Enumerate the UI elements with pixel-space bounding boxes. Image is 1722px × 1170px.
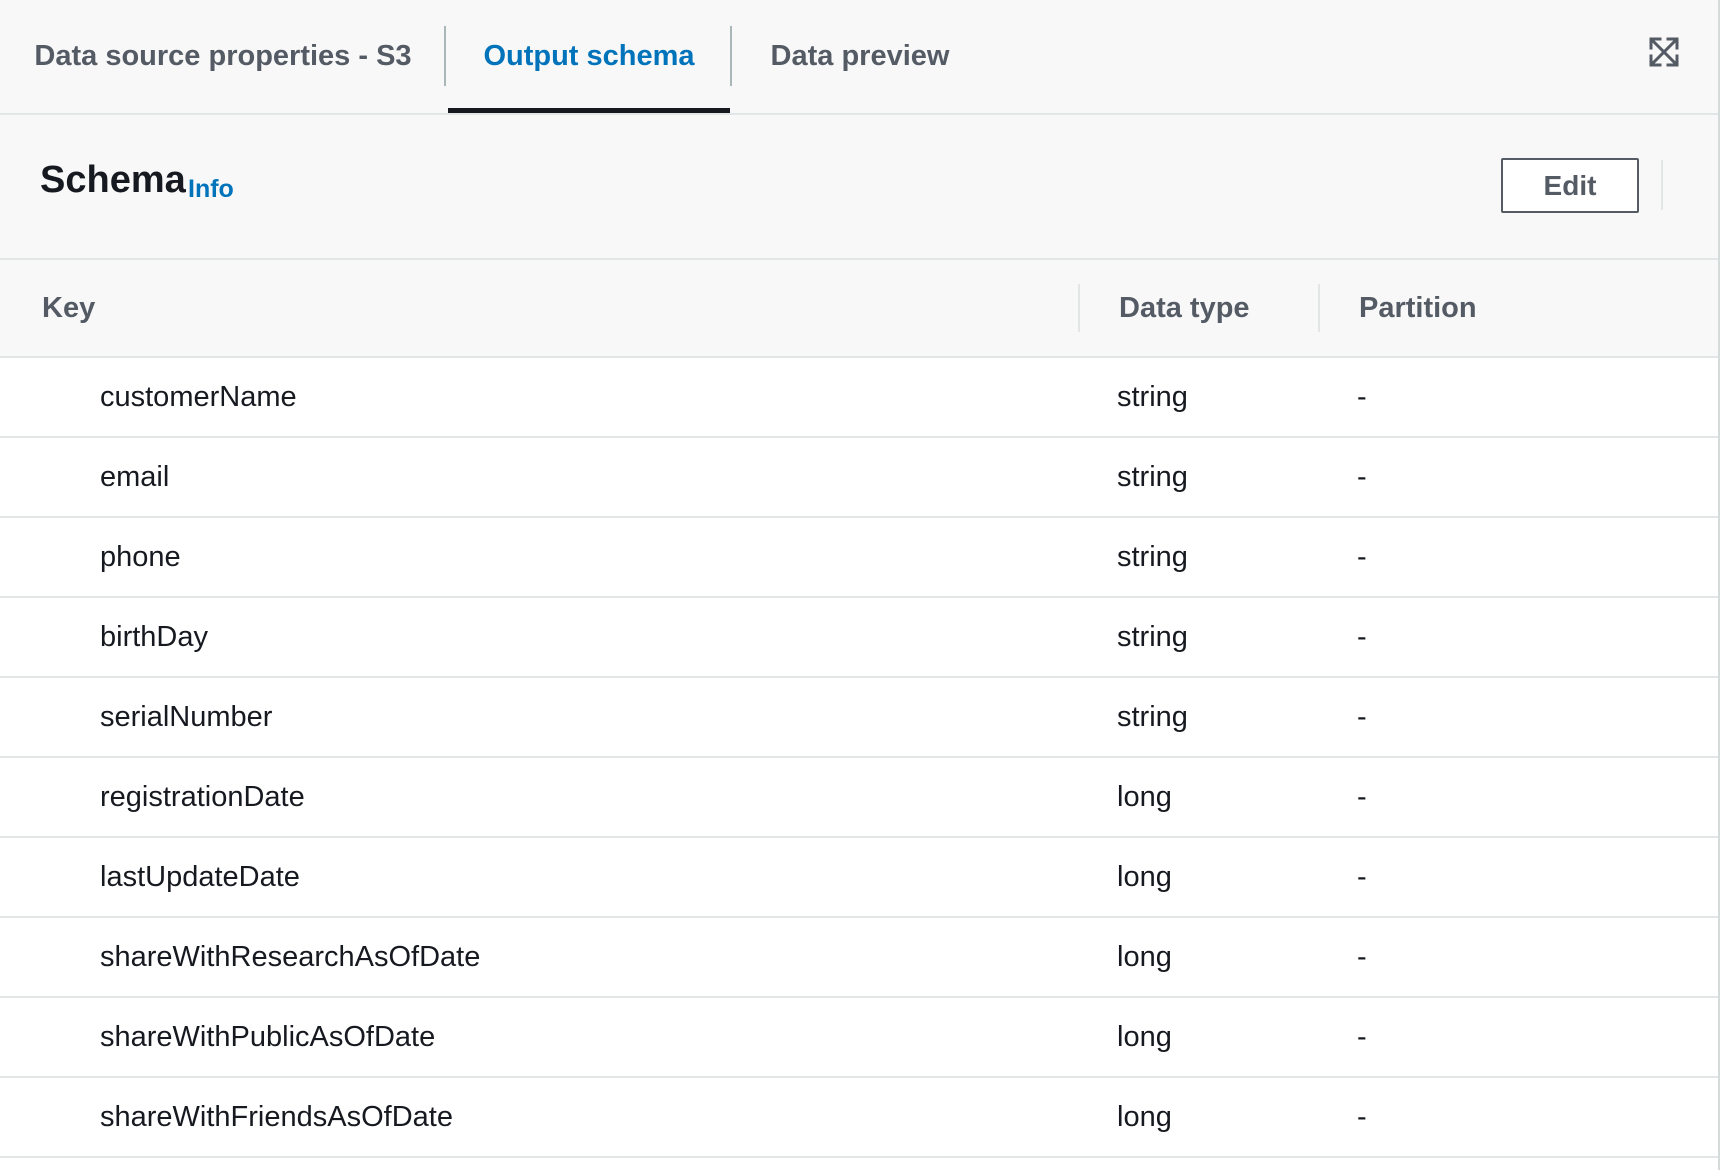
column-header-key[interactable]: Key [42, 260, 95, 356]
partition-cell: - [1357, 780, 1367, 813]
schema-table: Key Data type Partition customerName str… [0, 260, 1718, 1158]
key-cell: shareWithFriendsAsOfDate [100, 1100, 453, 1133]
key-cell: birthDay [100, 620, 208, 653]
key-cell: lastUpdateDate [100, 860, 300, 893]
partition-cell: - [1357, 700, 1367, 733]
key-cell: customerName [100, 380, 297, 413]
data-type-cell: long [1117, 940, 1172, 973]
column-divider [1078, 284, 1080, 332]
data-type-cell: long [1117, 1100, 1172, 1133]
partition-cell: - [1357, 860, 1367, 893]
partition-cell: - [1357, 380, 1367, 413]
table-row: shareWithPublicAsOfDate long - [0, 998, 1718, 1078]
partition-cell: - [1357, 1020, 1367, 1053]
page-title: Schema [40, 159, 186, 201]
tab-data-source-properties[interactable]: Data source properties - S3 [0, 0, 446, 113]
info-link[interactable]: Info [188, 175, 234, 204]
table-row: customerName string - [0, 358, 1718, 438]
schema-header: Schema Info Edit [0, 115, 1718, 260]
tab-data-preview[interactable]: Data preview [734, 0, 986, 113]
table-row: shareWithResearchAsOfDate long - [0, 918, 1718, 998]
key-cell: email [100, 460, 170, 493]
table-header: Key Data type Partition [0, 260, 1718, 358]
schema-panel: Data source properties - S3 Output schem… [0, 0, 1720, 1170]
data-type-cell: long [1117, 860, 1172, 893]
column-header-data-type[interactable]: Data type [1119, 260, 1250, 356]
data-type-cell: string [1117, 460, 1188, 493]
column-header-partition[interactable]: Partition [1359, 260, 1477, 356]
table-row: phone string - [0, 518, 1718, 598]
table-row: serialNumber string - [0, 678, 1718, 758]
table-row: lastUpdateDate long - [0, 838, 1718, 918]
table-row: birthDay string - [0, 598, 1718, 678]
partition-cell: - [1357, 940, 1367, 973]
partition-cell: - [1357, 1100, 1367, 1133]
key-cell: shareWithPublicAsOfDate [100, 1020, 436, 1053]
tab-divider [444, 26, 446, 86]
key-cell: shareWithResearchAsOfDate [100, 940, 481, 973]
tab-bar: Data source properties - S3 Output schem… [0, 0, 1718, 115]
column-divider [1318, 284, 1320, 332]
tab-divider [730, 26, 732, 86]
data-type-cell: string [1117, 700, 1188, 733]
partition-cell: - [1357, 620, 1367, 653]
key-cell: phone [100, 540, 181, 573]
header-divider [1661, 160, 1663, 210]
table-row: shareWithFriendsAsOfDate long - [0, 1078, 1718, 1158]
data-type-cell: string [1117, 620, 1188, 653]
partition-cell: - [1357, 540, 1367, 573]
partition-cell: - [1357, 460, 1367, 493]
data-type-cell: string [1117, 380, 1188, 413]
data-type-cell: long [1117, 780, 1172, 813]
key-cell: registrationDate [100, 780, 305, 813]
table-row: registrationDate long - [0, 758, 1718, 838]
edit-button[interactable]: Edit [1501, 158, 1639, 213]
key-cell: serialNumber [100, 700, 273, 733]
data-type-cell: long [1117, 1020, 1172, 1053]
table-row: email string - [0, 438, 1718, 518]
tab-output-schema[interactable]: Output schema [448, 0, 730, 113]
data-type-cell: string [1117, 540, 1188, 573]
expand-icon[interactable] [1648, 36, 1680, 68]
